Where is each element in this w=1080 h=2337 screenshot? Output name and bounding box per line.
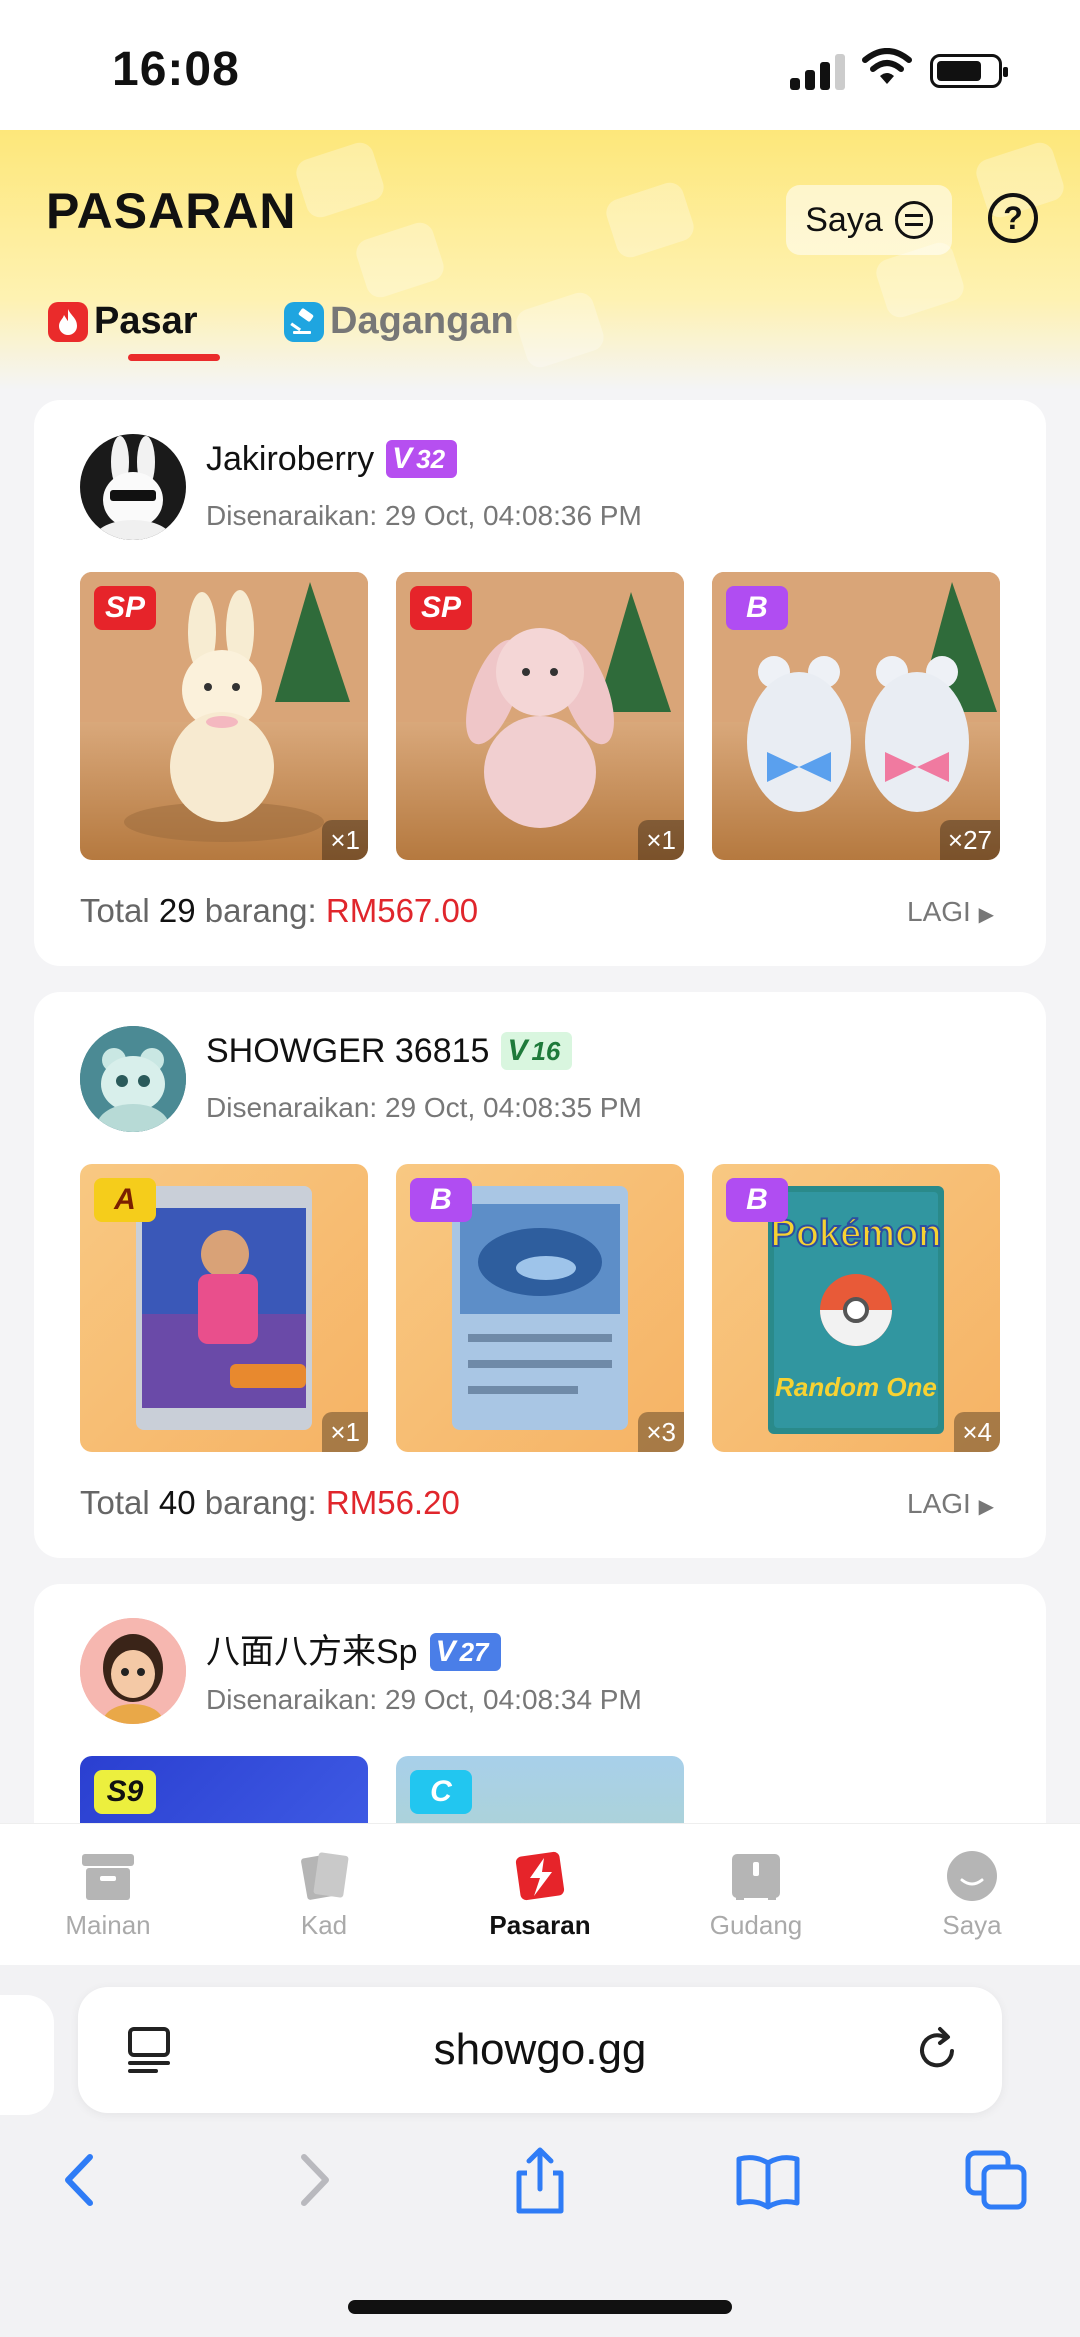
nav-saya[interactable]: Saya bbox=[864, 1824, 1080, 1965]
toy-box-icon bbox=[82, 1854, 134, 1900]
wifi-icon bbox=[862, 48, 912, 84]
item-quantity: ×1 bbox=[322, 1412, 368, 1452]
listed-date: Disenaraikan: 29 Oct, 04:08:35 PM bbox=[206, 1092, 642, 1123]
tab-pasar[interactable]: Pasar bbox=[48, 300, 198, 343]
item-quantity: ×4 bbox=[954, 1412, 1000, 1452]
url-bar[interactable]: showgo.gg bbox=[78, 1987, 1002, 2113]
nav-kad[interactable]: Kad bbox=[216, 1824, 432, 1965]
caret-right-icon: ▶ bbox=[978, 904, 994, 926]
url-text: showgo.gg bbox=[433, 2025, 647, 2074]
seller-name-text: SHOWGER 36815 bbox=[206, 1032, 490, 1070]
back-icon[interactable] bbox=[46, 2145, 116, 2215]
cellular-signal-icon bbox=[790, 52, 846, 90]
listed-date: Disenaraikan: 29 Oct, 04:08:36 PM bbox=[206, 500, 642, 531]
status-time: 16:08 bbox=[112, 43, 240, 96]
listing-card[interactable]: Jakiroberry 32 Disenaraikan: 29 Oct, 04:0… bbox=[34, 400, 1046, 966]
listing-total: Total 40 barang: RM56.20 bbox=[80, 1484, 460, 1521]
saya-label: Saya bbox=[805, 200, 883, 239]
item-quantity: ×27 bbox=[939, 820, 1000, 860]
nav-gudang-label: Gudang bbox=[709, 1910, 803, 1940]
seller-name: Jakiroberry 32 bbox=[206, 440, 458, 479]
item-thumbnail[interactable]: A ×1 bbox=[80, 1164, 368, 1452]
nav-saya-label: Saya bbox=[942, 1910, 1002, 1940]
bookmarks-icon[interactable] bbox=[733, 2145, 803, 2215]
previous-tab-preview[interactable] bbox=[0, 1995, 54, 2115]
cards-icon bbox=[301, 1852, 349, 1900]
share-icon[interactable] bbox=[505, 2145, 575, 2215]
rarity-tag: S9 bbox=[94, 1770, 156, 1814]
more-link[interactable]: LAGI ▶ bbox=[907, 1488, 994, 1520]
seller-name: SHOWGER 36815 16 bbox=[206, 1032, 573, 1071]
caret-right-icon: ▶ bbox=[978, 1496, 994, 1518]
item-quantity: ×3 bbox=[638, 1412, 684, 1452]
nav-pasaran[interactable]: Pasaran bbox=[432, 1824, 648, 1965]
item-thumbnail[interactable]: B ×3 bbox=[396, 1164, 684, 1452]
rarity-tag: A bbox=[94, 1178, 156, 1222]
listing-price: RM567.00 bbox=[325, 892, 479, 929]
item-thumbnail[interactable]: SP ×1 bbox=[396, 572, 684, 860]
browser-toolbar: showgo.gg bbox=[0, 1965, 1080, 2337]
seller-name: 八面八方来Sp 27 bbox=[206, 1624, 501, 1673]
avatar[interactable] bbox=[80, 1618, 186, 1724]
bottom-navigation: Mainan Kad Pasaran Gudang Saya bbox=[0, 1823, 1080, 1965]
profile-icon bbox=[947, 1851, 997, 1901]
rarity-tag: SP bbox=[94, 586, 156, 630]
nav-pasaran-label: Pasaran bbox=[489, 1910, 591, 1940]
listing-total: Total 29 barang: RM567.00 bbox=[80, 892, 479, 929]
forward-icon[interactable] bbox=[278, 2145, 348, 2215]
listing-card[interactable]: SHOWGER 36815 16 Disenaraikan: 29 Oct, 04… bbox=[34, 992, 1046, 1558]
seller-name-text: 八面八方来Sp bbox=[206, 1633, 418, 1671]
saya-balance-button[interactable]: Saya bbox=[786, 185, 952, 255]
tab-dagangan[interactable]: Dagangan bbox=[284, 300, 514, 343]
pack-subtitle: Random One bbox=[775, 1372, 937, 1402]
nav-kad-label: Kad bbox=[300, 1910, 348, 1940]
rarity-tag: B bbox=[726, 586, 788, 630]
listed-date: Disenaraikan: 29 Oct, 04:08:34 PM bbox=[206, 1684, 642, 1715]
nav-mainan[interactable]: Mainan bbox=[0, 1824, 216, 1965]
seller-name-text: Jakiroberry bbox=[206, 440, 375, 478]
item-thumbnails: A ×1 B ×3 Pokémon Random One B ×4 bbox=[80, 1164, 1000, 1452]
warehouse-icon bbox=[732, 1854, 780, 1900]
rarity-tag: B bbox=[726, 1178, 788, 1222]
fire-icon bbox=[48, 301, 88, 342]
tab-pasar-label: Pasar bbox=[94, 300, 198, 342]
vip-badge: 16 bbox=[501, 1032, 573, 1070]
market-header: PASARAN Saya ? Pasar Dagangan bbox=[0, 130, 1080, 390]
avatar[interactable] bbox=[80, 434, 186, 540]
gavel-icon bbox=[284, 301, 324, 342]
avatar[interactable] bbox=[80, 1026, 186, 1132]
vip-badge: 32 bbox=[386, 440, 458, 478]
item-thumbnail[interactable]: SP ×1 bbox=[80, 572, 368, 860]
vip-badge: 27 bbox=[429, 1633, 501, 1671]
item-quantity: ×1 bbox=[638, 820, 684, 860]
tabs-icon[interactable] bbox=[962, 2145, 1032, 2215]
nav-mainan-label: Mainan bbox=[65, 1910, 151, 1940]
nav-gudang[interactable]: Gudang bbox=[648, 1824, 864, 1965]
item-thumbnail[interactable]: B ×27 bbox=[712, 572, 1000, 860]
rarity-tag: B bbox=[410, 1178, 472, 1222]
market-icon bbox=[515, 1851, 565, 1901]
rarity-tag: SP bbox=[410, 586, 472, 630]
reload-icon[interactable] bbox=[914, 2025, 962, 2075]
page-title: PASARAN bbox=[46, 183, 297, 239]
item-thumbnails: SP ×1 SP ×1 B ×27 bbox=[80, 572, 1000, 860]
rarity-tag: C bbox=[410, 1770, 472, 1814]
help-icon[interactable]: ? bbox=[988, 193, 1038, 243]
listing-price: RM56.20 bbox=[325, 1484, 460, 1521]
active-tab-indicator bbox=[128, 354, 220, 361]
more-link[interactable]: LAGI ▶ bbox=[907, 896, 994, 928]
item-quantity: ×1 bbox=[322, 820, 368, 860]
pack-title: Pokémon bbox=[770, 1213, 941, 1255]
home-indicator bbox=[348, 2300, 732, 2314]
battery-icon bbox=[930, 54, 1008, 88]
coin-icon bbox=[894, 201, 933, 239]
tab-dagangan-label: Dagangan bbox=[330, 300, 514, 342]
item-thumbnail[interactable]: Pokémon Random One B ×4 bbox=[712, 1164, 1000, 1452]
status-bar: 16:08 bbox=[0, 0, 1080, 130]
